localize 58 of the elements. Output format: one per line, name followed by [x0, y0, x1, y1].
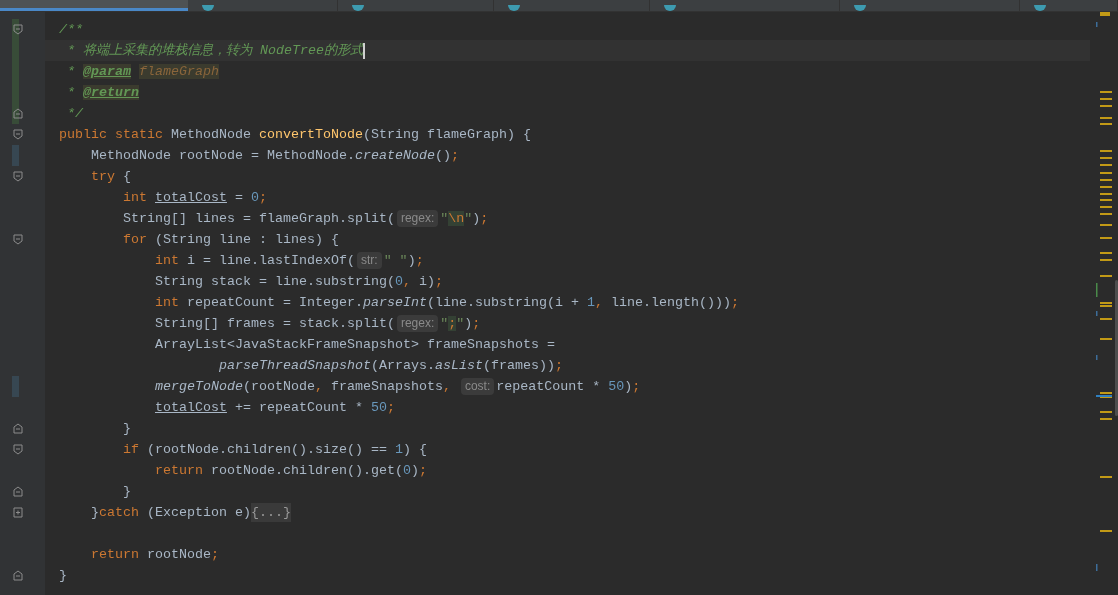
parameter-hint[interactable]: regex:: [396, 315, 439, 332]
fold-icon[interactable]: [13, 570, 23, 581]
folded-code[interactable]: {...}: [251, 502, 291, 523]
fold-icon[interactable]: [13, 24, 23, 35]
class-file-icon: [1034, 5, 1046, 11]
expand-icon[interactable]: [13, 507, 23, 518]
code-text: parseThreadSnapshot(Arrays.asList(frames));: [218, 356, 563, 375]
fold-icon[interactable]: [13, 129, 23, 140]
text-cursor: [363, 42, 365, 59]
class-file-icon: [508, 5, 520, 11]
editor-tab[interactable]: [0, 0, 188, 11]
fold-icon[interactable]: [13, 108, 23, 119]
code-text: }catch (Exception e): [91, 503, 251, 522]
code-text: MethodNode rootNode = MethodNode.createNode();: [91, 146, 459, 165]
code-text: ArrayList<JavaStackFrameSnapshot> frameSnapshots =: [155, 335, 555, 354]
parameter-hint[interactable]: regex:: [396, 210, 439, 227]
code-text: int repeatCount = Integer.parseInt(line.substring(i + 1, line.length()));: [155, 293, 739, 312]
code-text: try {: [91, 167, 131, 186]
code-text: totalCost += repeatCount * 50;: [155, 398, 395, 417]
change-marker[interactable]: [12, 103, 19, 124]
code-text: int i = line.lastIndexOf(: [155, 251, 355, 270]
code-text: for (String line : lines) {: [123, 230, 339, 249]
code-text: int totalCost = 0;: [123, 188, 267, 207]
code-text: /**: [59, 20, 83, 39]
code-text: " ");: [383, 251, 424, 270]
parameter-hint[interactable]: cost:: [460, 378, 495, 395]
fold-icon[interactable]: [13, 486, 23, 497]
code-text: ";");: [440, 314, 481, 333]
fold-icon[interactable]: [13, 444, 23, 455]
code-text: * @return: [67, 83, 139, 102]
code-text: String stack = line.substring(0, i);: [155, 272, 443, 291]
fold-icon[interactable]: [13, 234, 23, 245]
code-text: * 将端上采集的堆栈信息，转为 NodeTree的形式: [67, 41, 363, 60]
change-marker[interactable]: [12, 145, 19, 166]
code-text: String[] lines = flameGraph.split(: [123, 209, 395, 228]
fold-icon[interactable]: [13, 171, 23, 182]
code-text: */: [67, 104, 83, 123]
code-text: return rootNode.children().get(0);: [155, 461, 427, 480]
class-file-icon: [664, 5, 676, 11]
code-text: String[] frames = stack.split(: [155, 314, 395, 333]
code-text: return rootNode;: [91, 545, 219, 564]
code-text: "\n");: [440, 209, 489, 228]
code-text: if (rootNode.children().size() == 1) {: [123, 440, 427, 459]
change-marker[interactable]: [12, 19, 19, 40]
code-text: repeatCount * 50);: [496, 377, 641, 396]
class-file-icon: [202, 5, 214, 11]
change-marker[interactable]: [12, 376, 19, 397]
fold-icon[interactable]: [13, 423, 23, 434]
code-text: }: [123, 482, 131, 501]
scrollbar-thumb[interactable]: [1115, 280, 1118, 416]
code-text: * @param flameGraph: [67, 62, 219, 81]
parameter-hint[interactable]: str:: [356, 252, 382, 269]
class-file-icon: [352, 5, 364, 11]
code-text: public static MethodNode convertToNode(String flameGraph) {: [59, 125, 531, 144]
class-file-icon: [854, 5, 866, 11]
code-text: }: [59, 566, 67, 585]
code-text: }: [123, 419, 131, 438]
code-text: mergeToNode(rootNode, frameSnapshots,: [155, 377, 452, 396]
